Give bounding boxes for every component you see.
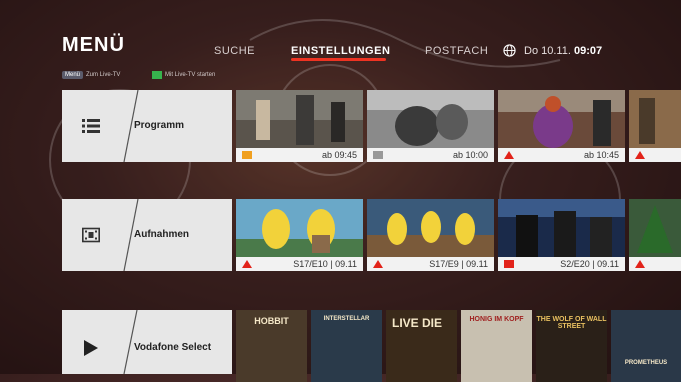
clock: Do 10.11. 09:07 [524, 45, 602, 57]
channel-logo-icon [373, 260, 383, 268]
top-bar: MENÜ SUCHE EINSTELLUNGEN POSTFACH Do 10.… [0, 0, 681, 90]
menu-key-chip: Menü [62, 71, 84, 79]
aufnahmen-item-3[interactable]: S2/E20 | 09.11 [498, 199, 625, 271]
tile-programm-label: Programm [134, 120, 185, 131]
thumbnail-caption: ab 10:00 [367, 148, 494, 162]
hint-live-tv: Menü Zum Live-TV [62, 71, 120, 79]
tile-aufnahmen-label: Aufnahmen [134, 229, 189, 240]
thumbnail-caption: ab 10:45 [498, 148, 625, 162]
thumbnail-caption: S17/E9 | 09.11 [367, 257, 494, 271]
programm-item-4[interactable] [629, 90, 681, 162]
poster-4[interactable]: HONIG IM KOPF [461, 310, 532, 382]
hint-live-tv-text: Zum Live-TV [86, 72, 121, 78]
tile-vodafone-select[interactable]: Vodafone Select [62, 310, 232, 374]
nav-einstellungen[interactable]: EINSTELLUNGEN [291, 45, 390, 57]
thumbnail-image [236, 199, 363, 257]
thumbnail-image [629, 90, 681, 148]
poster-2[interactable]: INTERSTELLAR [311, 310, 382, 382]
poster-title: HOBBIT [254, 316, 289, 326]
nav-postfach[interactable]: POSTFACH [425, 45, 488, 57]
programm-item-1[interactable]: ab 09:45 [236, 90, 363, 162]
tile-aufnahmen[interactable]: Aufnahmen [62, 199, 232, 271]
channel-logo-icon [242, 260, 252, 268]
poster-title: LIVE DIE [392, 316, 443, 330]
channel-logo-icon [242, 151, 252, 159]
row-aufnahmen: Aufnahmen S17/E10 | 09.11 S17/E9 | 09.11… [62, 199, 681, 271]
programm-item-2[interactable]: ab 10:00 [367, 90, 494, 162]
poster-title: THE WOLF OF WALL STREET [536, 316, 607, 330]
hint-green-key: Mit Live-TV starten [152, 71, 215, 79]
channel-logo-icon [635, 260, 645, 268]
channel-logo-icon [504, 260, 514, 268]
poster-5[interactable]: THE WOLF OF WALL STREET [536, 310, 607, 382]
poster-title: HONIG IM KOPF [469, 316, 524, 323]
aufnahmen-item-1[interactable]: S17/E10 | 09.11 [236, 199, 363, 271]
green-key-icon [152, 71, 162, 79]
thumbnail-caption: S17/E10 | 09.11 [236, 257, 363, 271]
poster-3[interactable]: LIVE DIE [386, 310, 457, 382]
play-icon [84, 340, 98, 356]
globe-icon[interactable] [503, 44, 516, 57]
thumbnail-image [236, 90, 363, 148]
active-tab-underline [291, 58, 386, 61]
clock-day: Do 10.11. [524, 45, 571, 57]
thumbnail-image [629, 199, 681, 257]
aufnahmen-item-4[interactable] [629, 199, 681, 271]
tile-vodafone-select-label: Vodafone Select [134, 342, 212, 353]
aufnahmen-item-2[interactable]: S17/E9 | 09.11 [367, 199, 494, 271]
poster-1[interactable]: HOBBIT [236, 310, 307, 382]
list-icon [82, 119, 100, 133]
thumbnail-caption: ab 09:45 [236, 148, 363, 162]
thumbnail-image [498, 90, 625, 148]
poster-6[interactable]: PROMETHEUS [611, 310, 681, 382]
film-icon [82, 227, 100, 243]
clock-time: 09:07 [573, 45, 603, 57]
tile-programm[interactable]: Programm [62, 90, 232, 162]
row-vodafone-select: Vodafone Select HOBBIT INTERSTELLAR LIVE… [62, 310, 681, 382]
channel-logo-icon [504, 151, 514, 159]
thumbnail-image [367, 90, 494, 148]
programm-item-3[interactable]: ab 10:45 [498, 90, 625, 162]
thumbnail-image [367, 199, 494, 257]
page-title: MENÜ [62, 34, 125, 56]
channel-logo-icon [635, 151, 645, 159]
row-programm: Programm ab 09:45 ab 10:00 ab 10:45 [62, 90, 681, 162]
hint-green-text: Mit Live-TV starten [165, 72, 216, 78]
nav-suche[interactable]: SUCHE [214, 45, 255, 57]
poster-title: PROMETHEUS [624, 360, 668, 366]
poster-title: INTERSTELLAR [323, 316, 370, 322]
channel-logo-icon [373, 151, 383, 159]
thumbnail-caption: S2/E20 | 09.11 [498, 257, 625, 271]
thumbnail-image [498, 199, 625, 257]
